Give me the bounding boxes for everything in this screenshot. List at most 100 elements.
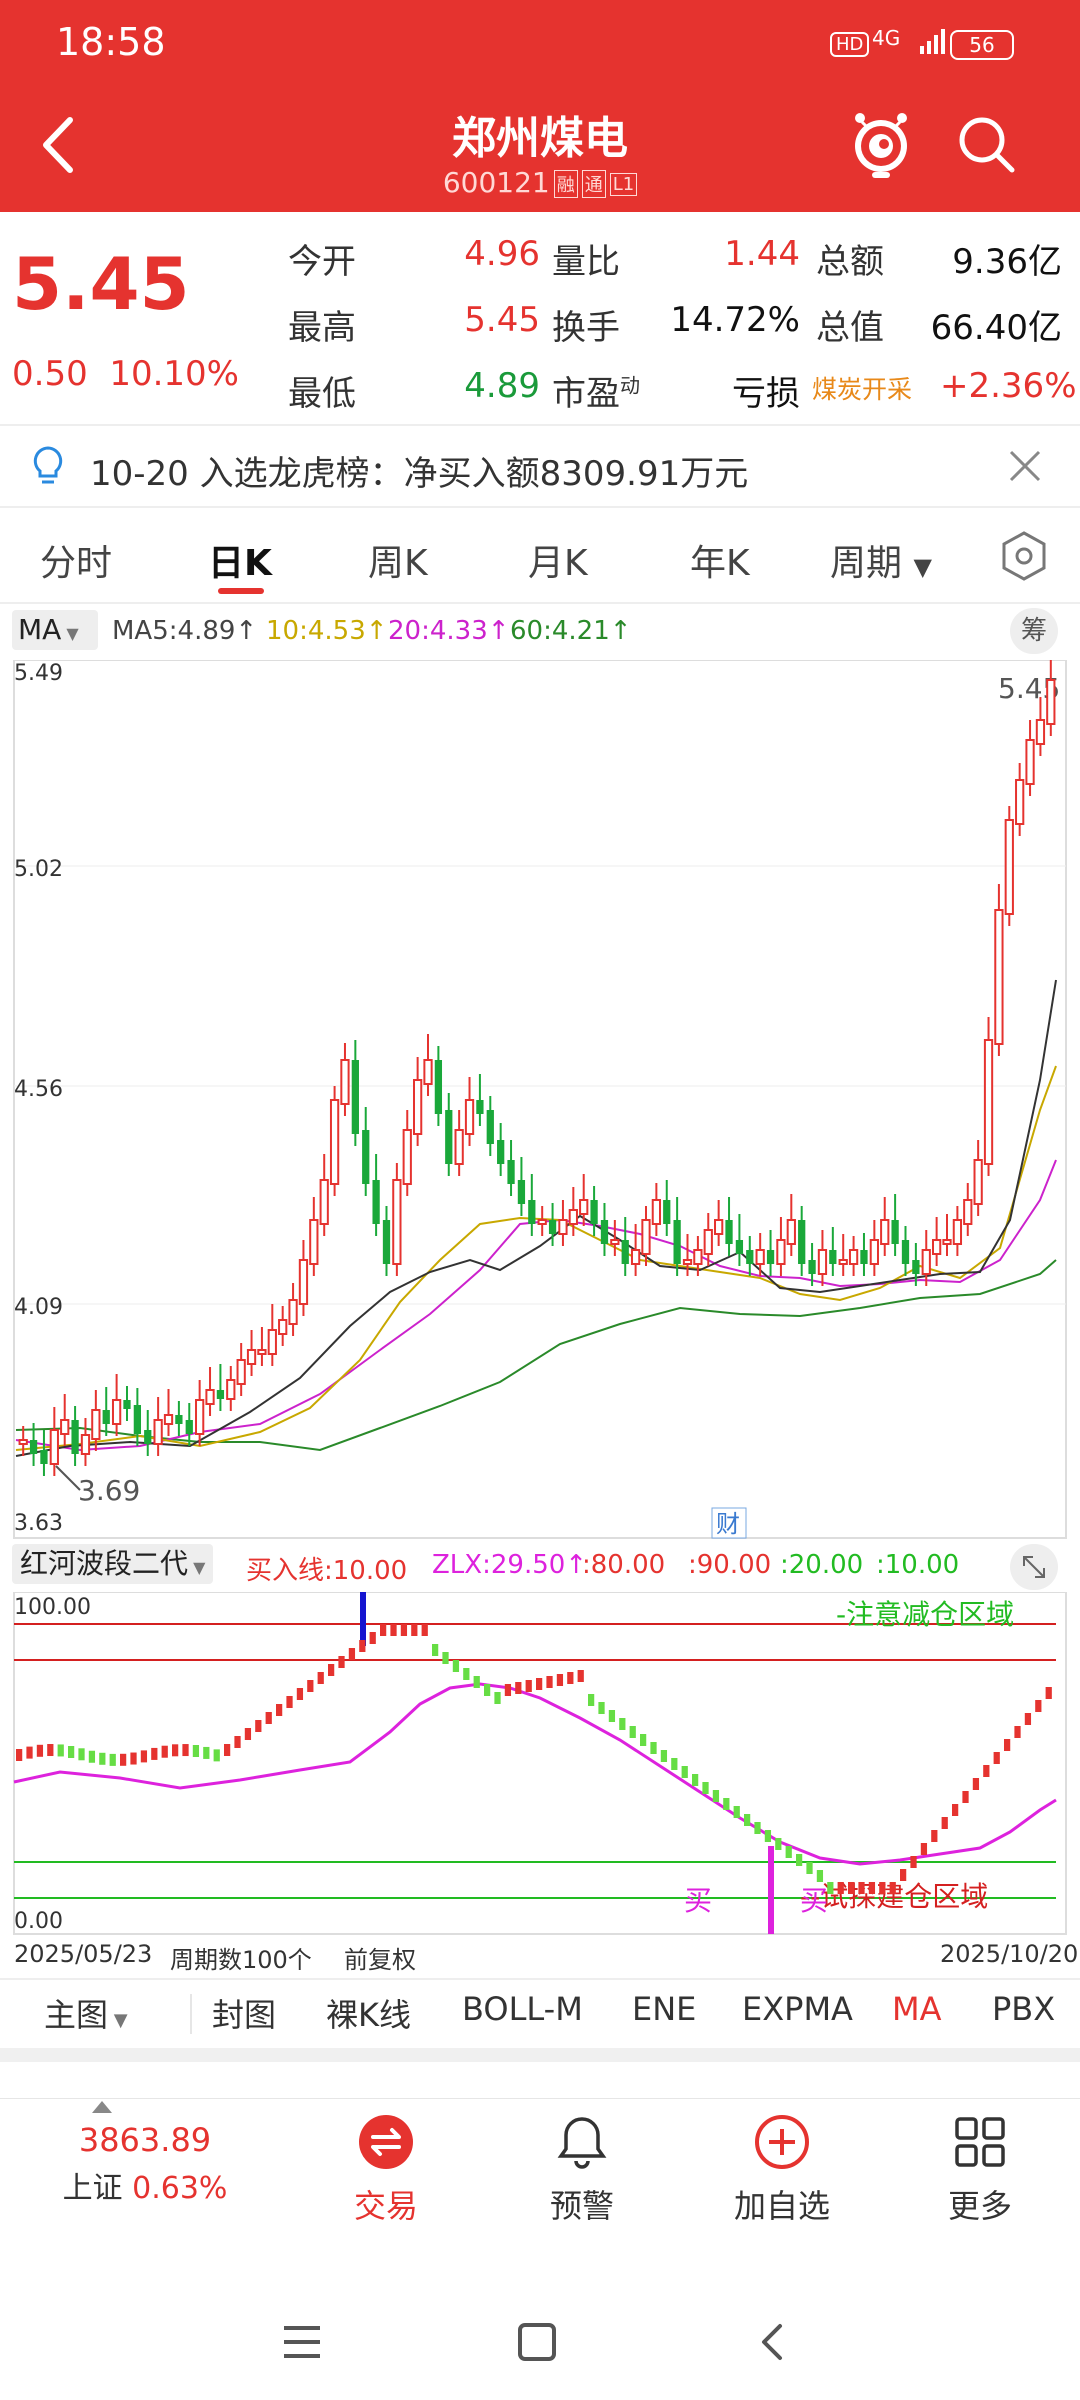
candle-body	[558, 1219, 568, 1235]
wave-bar	[692, 1774, 699, 1786]
sub-indicator-legend-row: 红河波段二代 ▼ 买入线:10.00 ZLX:29.50↑ :80.00 :90…	[0, 1540, 1080, 1592]
nav-more[interactable]: 更多	[900, 2113, 1060, 2227]
indicator-tab-boll-m[interactable]: BOLL-M	[462, 1990, 583, 2028]
main-tab-label: 主图	[44, 1996, 109, 2034]
adjust-mode[interactable]: 前复权	[344, 1940, 416, 1975]
main-indicator-select[interactable]: MA ▼	[12, 610, 98, 650]
candle-body	[163, 1414, 174, 1425]
candle-body	[817, 1249, 828, 1275]
sub-indicator-name: 红河波段二代	[20, 1547, 189, 1580]
value-high: 5.45	[464, 300, 540, 340]
wave-bar	[889, 1882, 896, 1894]
close-icon[interactable]	[1005, 446, 1045, 486]
indicator-tab-pbx[interactable]: PBX	[992, 1990, 1055, 2028]
start-date: 2025/05/23	[14, 1940, 153, 1968]
system-back-icon[interactable]	[752, 2322, 796, 2362]
wave-bar	[130, 1752, 137, 1765]
wave-bar	[182, 1744, 189, 1757]
ma10-value: 10:4.53↑	[266, 616, 388, 646]
wave-indicator-chart[interactable]: 100.00 0.00 -注意减仓区域 --试探建仓区域 买 买	[0, 1592, 1080, 1936]
wave-bar	[546, 1676, 553, 1688]
candle-body	[423, 1059, 433, 1085]
expand-icon[interactable]	[1010, 1544, 1058, 1590]
index-quote[interactable]: 3863.89 上证 0.63%	[60, 2121, 230, 2207]
settings-hexagon-icon[interactable]	[998, 530, 1050, 582]
line-10-value: :10.00	[876, 1550, 960, 1580]
wave-bar	[536, 1678, 543, 1690]
candle-body	[382, 1220, 391, 1264]
active-tab-indicator	[218, 588, 264, 594]
candlesticks	[18, 660, 1056, 1476]
industry-name[interactable]: 煤炭开采	[812, 370, 912, 406]
ma60-value: 60:4.21↑	[510, 616, 632, 646]
indicator-axis-max: 100.00	[14, 1595, 91, 1620]
sub-indicator-select[interactable]: 红河波段二代 ▼	[12, 1544, 214, 1584]
candle-body	[901, 1240, 910, 1264]
candle-body	[175, 1415, 183, 1424]
nav-alert-label: 预警	[549, 2187, 614, 2225]
wave-bar	[140, 1750, 148, 1763]
candle-body	[205, 1389, 215, 1405]
candlestick-chart[interactable]: 5.49 5.02 4.56 4.09 3.63 5.45 3.69 财	[0, 660, 1080, 1540]
chip-distribution-button[interactable]: 筹	[1010, 608, 1058, 654]
nav-trade[interactable]: 交易	[306, 2113, 466, 2227]
search-icon[interactable]	[952, 110, 1022, 180]
candle-body	[412, 1079, 423, 1135]
tab-intraday[interactable]: 分时	[40, 534, 112, 586]
notice-banner[interactable]: 10-20 入选龙虎榜：净买入额8309.91万元	[0, 426, 1080, 508]
wave-bar	[452, 1660, 460, 1672]
peak-signal-bar	[360, 1592, 366, 1646]
indicator-tab-ma[interactable]: MA	[892, 1990, 942, 2028]
indicator-tab-naked-k[interactable]: 裸K线	[326, 1990, 411, 2036]
wave-bar	[910, 1856, 917, 1868]
ma20-line	[15, 1159, 1057, 1452]
nav-alert[interactable]: 预警	[502, 2113, 662, 2227]
index-line: 上证 0.63%	[60, 2163, 230, 2207]
candle-body	[714, 1219, 724, 1235]
index-change: 0.63%	[132, 2171, 228, 2206]
candle-body	[641, 1219, 651, 1255]
wave-bar	[47, 1744, 54, 1757]
tab-yearly-k[interactable]: 年K	[690, 534, 750, 586]
tab-monthly-k[interactable]: 月K	[528, 534, 588, 586]
candle-body	[798, 1220, 806, 1264]
price-axis-4-09: 4.09	[14, 1295, 63, 1320]
tab-daily-k[interactable]: 日K	[208, 534, 272, 586]
label-high: 最高	[288, 308, 356, 348]
candle-body	[983, 1039, 994, 1165]
wave-bar	[161, 1745, 168, 1758]
candle-body	[49, 1429, 59, 1465]
wave-bar	[36, 1744, 44, 1757]
price-axis-4-56: 4.56	[14, 1077, 63, 1102]
indicator-tab-expma[interactable]: EXPMA	[742, 1990, 853, 2028]
wave-bar	[671, 1758, 678, 1770]
wave-bar	[660, 1750, 668, 1762]
wave-bar	[307, 1680, 314, 1692]
low-marker-label: 3.69	[78, 1474, 140, 1507]
collapse-up-icon[interactable]	[90, 2099, 114, 2119]
wave-bar	[78, 1748, 85, 1761]
wave-bar	[723, 1798, 730, 1810]
tab-weekly-k[interactable]: 周K	[368, 534, 428, 586]
candle-body	[216, 1390, 225, 1399]
zlx-value: ZLX:29.50↑	[432, 1550, 588, 1580]
indicator-tab-main[interactable]: 主图 ▼	[44, 1990, 128, 2036]
wave-bar	[203, 1746, 210, 1759]
wave-bar	[931, 1830, 938, 1842]
wave-bar	[494, 1692, 501, 1704]
menu-icon[interactable]	[280, 2322, 324, 2362]
wave-bars	[16, 1624, 1052, 1894]
wave-bar	[764, 1830, 772, 1842]
nav-add-watchlist[interactable]: 加自选	[702, 2113, 862, 2227]
system-navigation-bar	[0, 2280, 1080, 2400]
assistant-robot-icon[interactable]	[848, 108, 914, 180]
wave-bar	[411, 1624, 418, 1636]
tab-period-dropdown[interactable]: 周期 ▼	[830, 534, 932, 586]
period-count: 周期数100个	[170, 1946, 312, 1974]
wave-bar	[796, 1854, 803, 1866]
wave-bar	[172, 1744, 179, 1757]
indicator-tab-fengtu[interactable]: 封图	[212, 1990, 276, 2036]
indicator-tab-ene[interactable]: ENE	[632, 1990, 696, 2028]
wave-bar	[640, 1734, 647, 1746]
home-square-icon[interactable]	[516, 2322, 560, 2362]
